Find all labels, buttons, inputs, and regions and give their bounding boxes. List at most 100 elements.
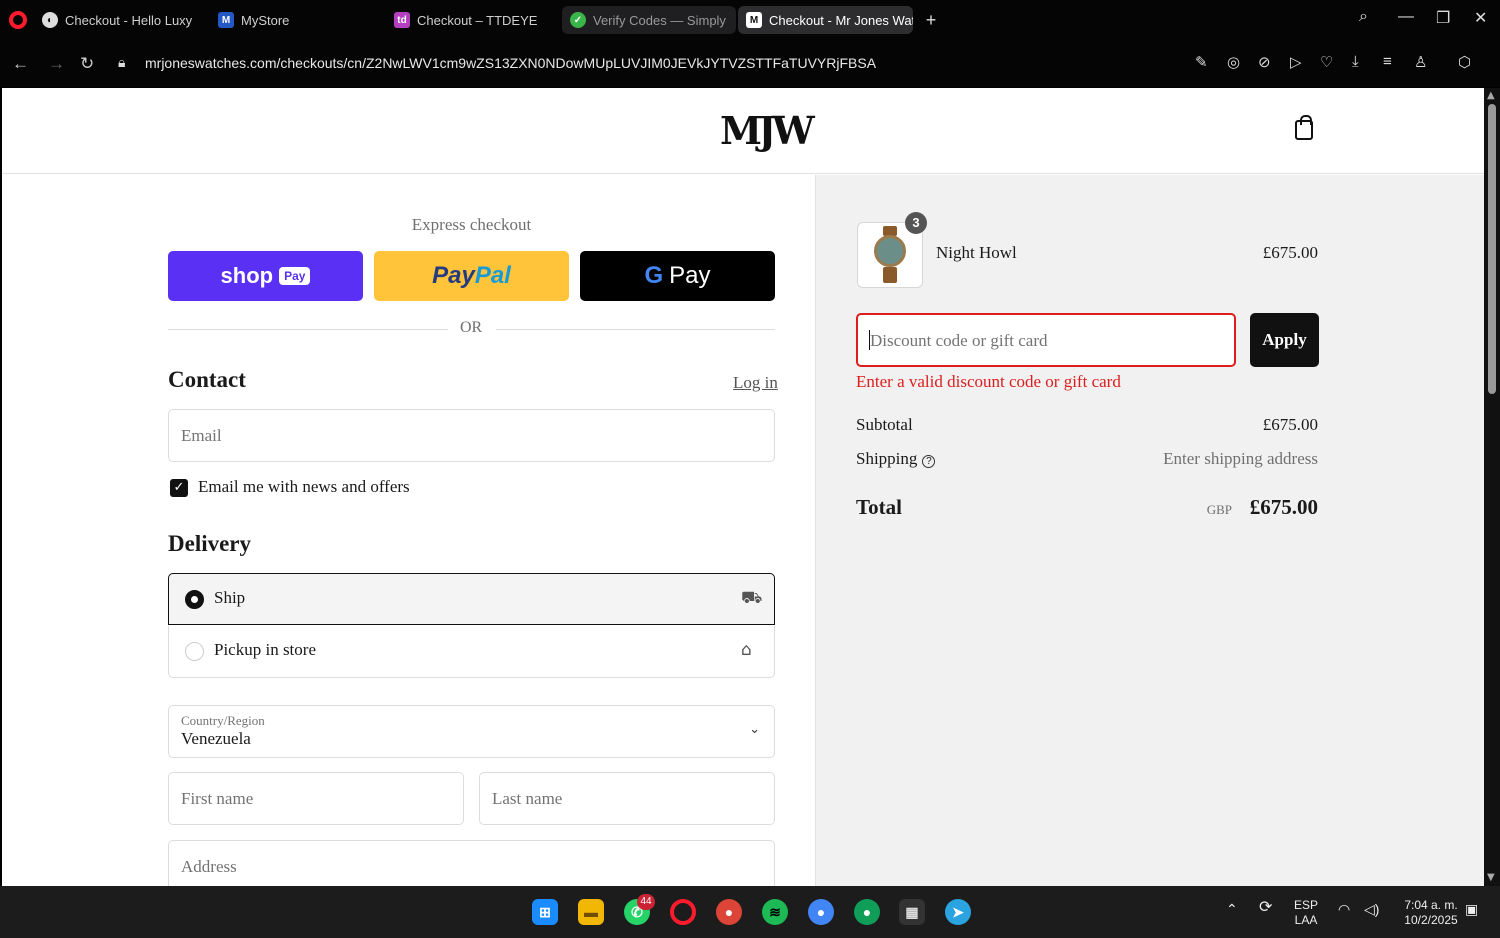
calculator-icon[interactable]: ▦ bbox=[899, 899, 925, 925]
ship-radio[interactable] bbox=[185, 590, 204, 609]
store-header: MJW bbox=[2, 88, 1484, 174]
file-explorer-icon[interactable]: ▬ bbox=[578, 899, 604, 925]
back-icon[interactable]: ← bbox=[12, 54, 29, 74]
new-tab-icon[interactable]: + bbox=[921, 10, 941, 30]
menu-icon[interactable]: ≡ bbox=[1383, 53, 1392, 70]
scroll-up-icon[interactable]: ▲ bbox=[1487, 90, 1495, 101]
divider bbox=[168, 329, 448, 330]
keyboard-layout: LAA bbox=[1294, 913, 1318, 927]
email-placeholder: Email bbox=[181, 426, 222, 445]
chrome-icon[interactable]: ● bbox=[716, 899, 742, 925]
opera-logo-icon[interactable] bbox=[9, 11, 27, 29]
date-text: 10/2/2025 bbox=[1404, 913, 1458, 927]
tab-ttdeye[interactable]: td Checkout – TTDEYE bbox=[386, 6, 556, 34]
google-g-icon: G bbox=[644, 262, 664, 289]
camera-icon[interactable]: ◎ bbox=[1227, 53, 1240, 71]
shop-pay-label: shop bbox=[220, 263, 274, 288]
extension-icon[interactable]: ⬡ bbox=[1458, 53, 1471, 71]
tab-title: Checkout - Hello Luxy bbox=[65, 12, 193, 28]
order-summary: 3 Night Howl £675.00 Discount code or gi… bbox=[815, 175, 1484, 886]
tab-verify-codes[interactable]: ✓ Verify Codes — Simply × bbox=[562, 6, 736, 34]
store-logo[interactable]: MJW bbox=[720, 108, 815, 153]
chevron-down-icon: ⌄ bbox=[749, 722, 760, 737]
address-placeholder: Address bbox=[181, 857, 237, 876]
pickup-label: Pickup in store bbox=[214, 640, 316, 659]
help-icon[interactable]: ? bbox=[922, 455, 936, 468]
paypal-pay-text: Pay bbox=[432, 262, 475, 289]
tab-title: Checkout - Mr Jones Watc bbox=[769, 12, 913, 28]
shipping-row-label: Shipping? bbox=[856, 449, 936, 469]
forward-icon[interactable]: → bbox=[48, 54, 65, 74]
watch-strap bbox=[883, 267, 897, 283]
store-icon: ⌂ bbox=[741, 640, 752, 660]
td-icon: td bbox=[394, 12, 410, 28]
shopping-bag-icon[interactable] bbox=[1295, 115, 1313, 140]
subtotal-value: £675.00 bbox=[1262, 415, 1318, 434]
contact-heading: Contact bbox=[168, 367, 246, 392]
reload-icon[interactable]: ↻ bbox=[80, 54, 94, 74]
email-field[interactable]: Email bbox=[168, 409, 775, 462]
newsletter-checkbox[interactable]: ✓ bbox=[170, 479, 188, 497]
country-label: Country/Region bbox=[181, 713, 265, 728]
total-value: £675.00 bbox=[1249, 495, 1318, 519]
language-code: ESP bbox=[1294, 898, 1319, 912]
tab-mystore[interactable]: M MyStore bbox=[210, 6, 380, 34]
google-pay-button[interactable]: G Pay bbox=[580, 251, 775, 301]
volume-icon[interactable]: ◁) bbox=[1364, 902, 1379, 917]
wifi-icon[interactable]: ◠ bbox=[1338, 902, 1350, 917]
restore-icon[interactable]: ❐ bbox=[1436, 8, 1450, 28]
minimize-icon[interactable]: — bbox=[1398, 8, 1414, 26]
profile-icon[interactable]: ♙ bbox=[1414, 53, 1427, 71]
apply-button[interactable]: Apply bbox=[1250, 313, 1319, 367]
last-name-field[interactable]: Last name bbox=[479, 772, 775, 825]
shop-pay-button[interactable]: shop Pay bbox=[168, 251, 363, 301]
tab-title: MyStore bbox=[241, 12, 290, 28]
check-icon: ✓ bbox=[570, 12, 586, 28]
pickup-radio[interactable] bbox=[185, 642, 204, 661]
first-name-placeholder: First name bbox=[181, 789, 254, 808]
ship-label: Ship bbox=[214, 588, 246, 607]
newsletter-label[interactable]: Email me with news and offers bbox=[198, 477, 410, 497]
discount-input[interactable]: Discount code or gift card bbox=[856, 313, 1236, 367]
discount-placeholder: Discount code or gift card bbox=[870, 331, 1048, 350]
scroll-down-icon[interactable]: ▼ bbox=[1487, 872, 1495, 883]
sync-icon[interactable]: ⟳ bbox=[1259, 900, 1272, 916]
page-scrollbar[interactable]: ▲ ▼ bbox=[1484, 88, 1500, 886]
edit-icon[interactable]: ✎ bbox=[1195, 53, 1208, 71]
truck-icon: ⛟ bbox=[741, 588, 763, 608]
quantity-badge: 3 bbox=[905, 212, 927, 234]
chevron-up-icon[interactable]: ⌃ bbox=[1226, 902, 1238, 917]
paypal-button[interactable]: Pay Pal bbox=[374, 251, 569, 301]
clock[interactable]: 7:04 a. m. 10/2/2025 bbox=[1396, 898, 1466, 928]
adblock-icon[interactable]: ⊘ bbox=[1258, 53, 1271, 71]
chrome-profile-icon[interactable]: ● bbox=[854, 899, 880, 925]
delivery-option-pickup[interactable]: Pickup in store ⌂ bbox=[168, 626, 775, 678]
play-icon[interactable]: ▷ bbox=[1290, 53, 1302, 71]
search-tabs-icon[interactable]: ⌕ bbox=[1359, 8, 1368, 26]
first-name-field[interactable]: First name bbox=[168, 772, 464, 825]
chrome-profile-icon[interactable]: ● bbox=[808, 899, 834, 925]
text-cursor bbox=[869, 330, 870, 350]
heart-icon[interactable]: ♡ bbox=[1320, 53, 1333, 71]
login-link[interactable]: Log in bbox=[733, 373, 778, 393]
windows-start-icon[interactable]: ⊞ bbox=[532, 899, 558, 925]
address-field[interactable]: Address bbox=[168, 840, 775, 886]
download-icon[interactable]: ⤓ bbox=[1352, 53, 1359, 70]
scrollbar-thumb[interactable] bbox=[1488, 104, 1496, 394]
lock-icon[interactable]: 🔒︎ bbox=[118, 54, 125, 71]
close-window-icon[interactable]: ✕ bbox=[1474, 8, 1487, 28]
divider bbox=[496, 329, 775, 330]
telegram-icon[interactable]: ➤ bbox=[945, 899, 971, 925]
opera-icon[interactable] bbox=[670, 899, 696, 925]
last-name-placeholder: Last name bbox=[492, 789, 563, 808]
notification-icon[interactable]: ▣ bbox=[1465, 902, 1478, 917]
tab-mr-jones[interactable]: M Checkout - Mr Jones Watc bbox=[738, 6, 913, 34]
delivery-heading: Delivery bbox=[168, 531, 252, 556]
url-field[interactable]: mrjoneswatches.com/checkouts/cn/Z2NwLWV1… bbox=[145, 55, 876, 71]
total-currency: GBP bbox=[1206, 502, 1232, 517]
language-indicator[interactable]: ESP LAA bbox=[1294, 898, 1318, 928]
country-select[interactable]: Country/Region Venezuela ⌄ bbox=[168, 705, 775, 758]
tab-hello-luxy[interactable]: ◐ Checkout - Hello Luxy bbox=[34, 6, 204, 34]
delivery-option-ship[interactable]: Ship ⛟ bbox=[168, 573, 775, 625]
spotify-icon[interactable]: ≋ bbox=[762, 899, 788, 925]
